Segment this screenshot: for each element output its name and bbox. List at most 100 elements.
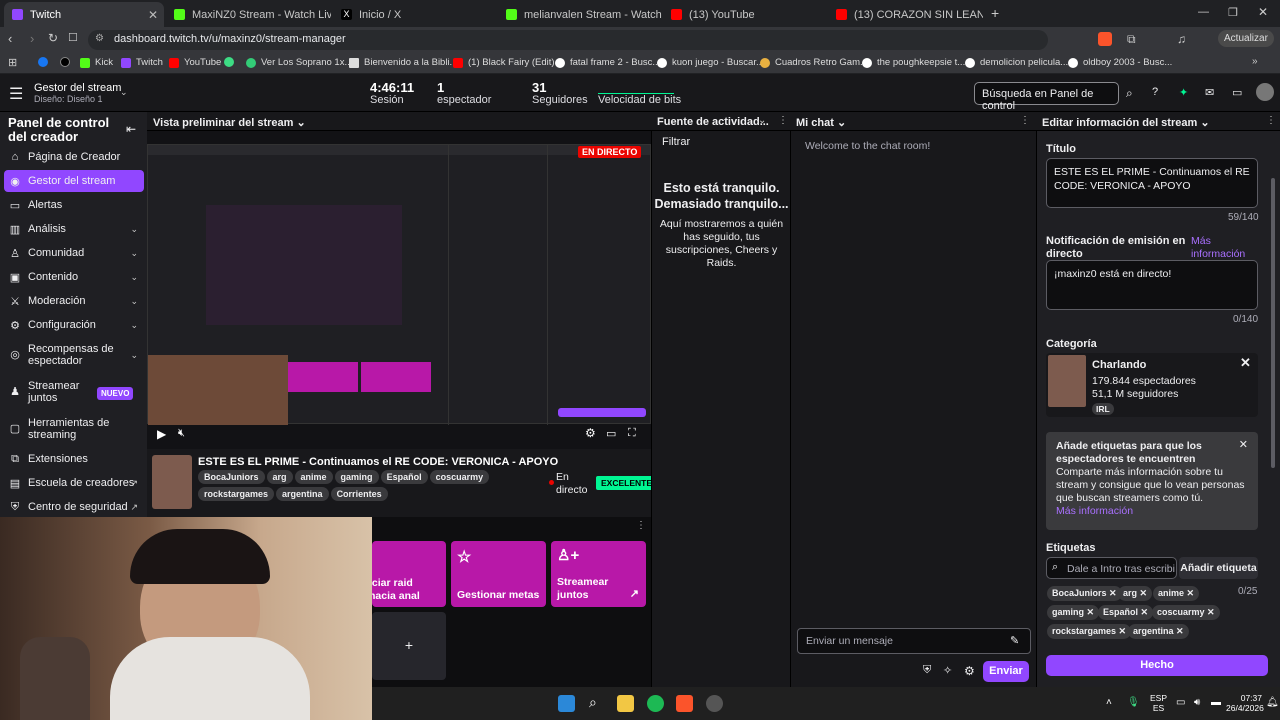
bookmark-youtube[interactable]: YouTube [169,57,221,68]
mute-icon[interactable]: 🔇︎ [178,427,185,440]
url-text[interactable]: dashboard.twitch.tv/u/maxinz0/stream-man… [114,33,346,45]
more-info-link[interactable]: Más información [1191,235,1261,261]
notifications-icon[interactable]: 🔔︎ [1266,697,1279,708]
mail-icon[interactable]: ✉ [1205,86,1214,99]
chevron-down-icon[interactable]: ⌄ [758,115,766,126]
menu-icon[interactable]: ☰ [9,84,23,104]
extensions-icon[interactable]: ⧉ [1127,32,1136,47]
bookmark-x[interactable] [60,57,75,67]
notification-input[interactable]: ¡maxinz0 está en directo! [1046,260,1258,310]
manage-goals-button[interactable]: ☆ Gestionar metas [451,541,546,607]
bits-icon[interactable]: ✧ [943,664,952,677]
close-icon[interactable]: ✕ [148,8,158,22]
gear-icon[interactable]: ⚙ [964,664,975,678]
remove-category-icon[interactable]: ✕ [1240,355,1251,371]
tag[interactable]: gaming [334,470,379,484]
back-icon[interactable]: ‹ [8,31,12,46]
folder-icon[interactable] [617,695,634,712]
update-button[interactable]: Actualizar [1218,30,1274,47]
sidebar-item-streaming-tools[interactable]: ▢ Herramientas de streaming [4,416,144,442]
search-icon[interactable]: ⌕ [589,694,597,711]
battery-icon[interactable]: ▬ [1211,697,1221,708]
tag[interactable]: rockstargames [198,487,275,501]
window-close-button[interactable]: ✕ [1258,5,1268,19]
browser-tab-youtube[interactable]: (13) YouTube [663,2,828,27]
tag-input[interactable]: Dale a Intro tras escribi [1046,557,1177,579]
raid-button[interactable]: iciar raid hacia anal [369,541,446,607]
forward-icon[interactable]: › [30,31,34,46]
done-button[interactable]: Hecho [1046,655,1268,676]
media-icon[interactable]: ♫ [1177,32,1186,46]
tag-chip[interactable]: Español ✕ [1098,605,1154,620]
sidebar-item-safety-center[interactable]: ⛨ Centro de seguridad ↗ [4,496,144,518]
bookmark-twitch[interactable]: Twitch [121,57,163,68]
tag-chip[interactable]: coscuarmy ✕ [1152,605,1220,620]
help-icon[interactable]: ? [1152,86,1158,98]
page-title[interactable]: Gestor del stream [34,82,121,94]
bookmark-poughkeepsie[interactable]: the poughkeepsie t... [862,57,965,68]
bookmark-soprano[interactable]: Ver Los Soprano 1x... [246,57,352,68]
mic-icon[interactable]: 🎙︎ [1127,697,1140,708]
more-options-icon[interactable]: ⋮ [636,520,646,531]
category-card[interactable]: Charlando 179.844 espectadores 51,1 M se… [1046,353,1258,417]
emote-icon[interactable]: ✎ [1010,634,1019,647]
stream-together-button[interactable]: ♙+ Streamear juntos ↗ [551,541,646,607]
sidebar-item-settings[interactable]: ⚙ Configuración ⌄ [4,314,144,336]
new-tab-button[interactable]: + [991,5,999,21]
bookmark-kuon[interactable]: kuon juego - Buscar... [657,57,764,68]
sidebar-item-extensions[interactable]: ⧉ Extensiones [4,448,144,470]
send-button[interactable]: Enviar [983,661,1029,682]
tag[interactable]: BocaJuniors [198,470,265,484]
sidebar-item-creator-page[interactable]: ⌂ Página de Creador [4,146,144,168]
tag[interactable]: coscuarmy [429,470,490,484]
browser-tab-x[interactable]: X Inicio / X [333,2,498,27]
sidebar-item-moderation[interactable]: ⚔ Moderación ⌄ [4,290,144,312]
sparkle-icon[interactable]: ✦ [1179,86,1188,99]
bookmark-biblioteca[interactable]: Bienvenido a la Bibli... [349,57,457,68]
clock[interactable]: 07:37 26/4/2026 [1226,693,1264,713]
bookmark-kick[interactable]: Kick [80,57,113,68]
bookmark-facebook[interactable] [38,57,53,67]
scrollbar[interactable] [1271,178,1275,468]
language-indicator[interactable]: ESP ES [1150,693,1167,713]
add-tag-button[interactable]: Añadir etiqueta [1179,557,1258,579]
network-icon[interactable]: ▭ [1176,697,1185,708]
play-icon[interactable]: ▶ [157,427,166,441]
bookmark-demolicion[interactable]: demolicion pelicula... [965,57,1068,68]
sidebar-item-creator-school[interactable]: ▤ Escuela de creadores ↗ [4,472,144,494]
tag-chip[interactable]: anime ✕ [1153,586,1200,601]
theater-mode-icon[interactable]: ▭ [606,427,616,440]
tray-chevron-icon[interactable]: ˄ [1106,697,1112,708]
chevron-down-icon[interactable]: ⌄ [1200,117,1209,129]
sidebar-item-viewer-rewards[interactable]: ◎ Recompensas de espectador ⌄ [4,342,144,368]
dashboard-search-input[interactable]: Búsqueda en Panel de control [974,82,1119,112]
bookmark-black-fairy[interactable]: (1) Black Fairy (Edit)... [453,57,563,68]
chat-input[interactable]: Enviar un mensaje [797,628,1031,654]
tag-chip[interactable]: arg ✕ [1118,586,1153,601]
tag-chip[interactable]: BocaJuniors ✕ [1047,586,1122,601]
brave-shield-icon[interactable] [1098,32,1112,46]
search-icon[interactable]: ⌕ [1126,86,1133,101]
spotify-icon[interactable] [647,695,664,712]
bookmark-icon[interactable]: ☐ [68,31,78,44]
tag[interactable]: arg [266,470,293,484]
sidebar-item-stream-manager[interactable]: ◉ Gestor del stream [4,170,144,192]
bookmark-fatal-frame[interactable]: fatal frame 2 - Busc... [555,57,660,68]
bookmark-cuadros[interactable]: Cuadros Retro Gam... [760,57,868,68]
sidebar-item-community[interactable]: ♙ Comunidad ⌄ [4,242,144,264]
avatar[interactable] [1256,83,1274,101]
tag-chip[interactable]: rockstargames ✕ [1047,624,1132,639]
tag-chip[interactable]: gaming ✕ [1047,605,1100,620]
tag[interactable]: anime [294,470,333,484]
sidebar-item-alerts[interactable]: ▭ Alertas [4,194,144,216]
obs-icon[interactable] [706,695,723,712]
add-quick-action-button[interactable]: + [372,612,446,680]
more-bookmarks-icon[interactable]: » [1252,56,1258,67]
more-options-icon[interactable]: ⋮ [778,115,788,126]
chevron-down-icon[interactable]: ⌄ [837,117,846,129]
tip-more-info-link[interactable]: Más información [1056,505,1248,518]
browser-tab-youtube-2[interactable]: (13) CORAZON SIN LEAN - LOAM [828,2,983,27]
more-options-icon[interactable]: ⋮ [1266,115,1276,126]
volume-icon[interactable]: 🔊︎ [1194,697,1200,708]
maximize-button[interactable]: ❐ [1228,6,1238,19]
